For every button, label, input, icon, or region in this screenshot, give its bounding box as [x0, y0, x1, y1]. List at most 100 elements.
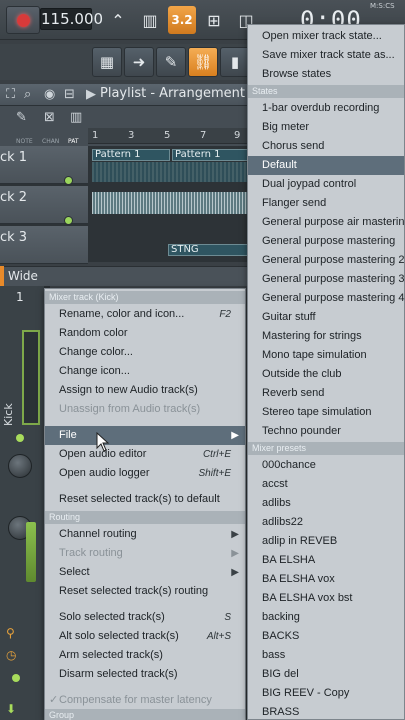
- preset-menu-item[interactable]: BA ELSHA: [248, 551, 404, 570]
- state-menu-item[interactable]: 1-bar overdub recording: [248, 99, 404, 118]
- record-button[interactable]: [6, 6, 40, 34]
- preset-menu-item[interactable]: bass: [248, 646, 404, 665]
- preset-menu-item[interactable]: 000chance: [248, 456, 404, 475]
- volume-fader[interactable]: [26, 522, 36, 582]
- preset-menu-item[interactable]: BA ELSHA vox bst: [248, 589, 404, 608]
- track-header[interactable]: ck 1: [0, 146, 88, 185]
- open-audio-logger-menu-item[interactable]: Open audio logger Shift+E: [45, 464, 245, 483]
- preset-menu-item[interactable]: BIG REEV - Copy: [248, 684, 404, 703]
- group-section-header: Group: [45, 709, 245, 720]
- preset-menu-item[interactable]: adlibs22: [248, 513, 404, 532]
- step-edit-icon[interactable]: ⊞: [200, 6, 228, 34]
- channel-routing-menu-item[interactable]: Channel routing ▶: [45, 525, 245, 544]
- preset-menu-item[interactable]: BA ELSHA vox: [248, 570, 404, 589]
- solo-menu-item[interactable]: Solo selected track(s) S: [45, 608, 245, 627]
- mouse-cursor-icon: [96, 432, 110, 452]
- state-menu-item[interactable]: Techno pounder: [248, 422, 404, 441]
- arrow-right-icon[interactable]: ➜: [124, 47, 154, 77]
- track-enable-led[interactable]: [16, 434, 24, 442]
- mixer-view-icon[interactable]: ▮: [220, 47, 250, 77]
- states-section-header: States: [248, 85, 404, 98]
- timeline-ruler[interactable]: 1 3 5 7 9: [88, 128, 250, 144]
- down-arrow-icon[interactable]: ⬇: [6, 702, 16, 716]
- waveform-icon[interactable]: ▥: [136, 6, 164, 34]
- menu-item-label: Channel routing: [59, 528, 137, 540]
- pattern-clip[interactable]: Pattern 1: [92, 149, 170, 161]
- disarm-menu-item[interactable]: Disarm selected track(s): [45, 665, 245, 684]
- state-menu-item[interactable]: Guitar stuff: [248, 308, 404, 327]
- speaker-icon[interactable]: ◉: [44, 87, 55, 102]
- pat-label[interactable]: PAT: [68, 138, 79, 145]
- pan-knob[interactable]: [8, 454, 32, 478]
- alt-solo-menu-item[interactable]: Alt solo selected track(s) Alt+S: [45, 627, 245, 646]
- state-menu-item[interactable]: Dual joypad control: [248, 175, 404, 194]
- state-menu-item[interactable]: Big meter: [248, 118, 404, 137]
- state-menu-item[interactable]: General purpose air mastering: [248, 213, 405, 232]
- play-icon[interactable]: ▶: [86, 87, 96, 102]
- change-icon-menu-item[interactable]: Change icon...: [45, 362, 245, 381]
- grid-icon[interactable]: ⛶: [6, 87, 15, 102]
- random-color-menu-item[interactable]: Random color: [45, 324, 245, 343]
- pattern-counter[interactable]: 3.2: [168, 6, 196, 34]
- piano-roll-icon[interactable]: ▦: [92, 47, 122, 77]
- mixer-view-label[interactable]: Wide: [8, 269, 38, 283]
- track-mute-led[interactable]: [64, 176, 73, 185]
- state-menu-item[interactable]: Flanger send: [248, 194, 404, 213]
- state-menu-item[interactable]: Default: [248, 156, 404, 175]
- open-state-menu-item[interactable]: Open mixer track state...: [248, 27, 404, 46]
- preset-menu-item[interactable]: BRASS: [248, 703, 404, 720]
- file-menu-item[interactable]: File ▶: [45, 426, 245, 445]
- state-menu-item[interactable]: Outside the club: [248, 365, 404, 384]
- zoom-icon[interactable]: ⌕: [24, 87, 31, 102]
- tempo-display[interactable]: 115.000: [40, 8, 103, 30]
- keys-icon[interactable]: ▥: [70, 110, 82, 125]
- open-audio-editor-menu-item[interactable]: Open audio editor Ctrl+E: [45, 445, 245, 464]
- track-header[interactable]: ck 3: [0, 226, 88, 264]
- browse-states-menu-item[interactable]: Browse states: [248, 65, 404, 84]
- track-header[interactable]: ck 2: [0, 186, 88, 225]
- preset-menu-item[interactable]: accst: [248, 475, 404, 494]
- plugin-icon[interactable]: ✎: [156, 47, 186, 77]
- link-icon[interactable]: ⛓: [188, 47, 218, 77]
- state-menu-item[interactable]: General purpose mastering: [248, 232, 404, 251]
- select-menu-item[interactable]: Select ▶: [45, 563, 245, 582]
- snap-icon[interactable]: ⊟: [64, 87, 75, 102]
- mixer-track-strip[interactable]: 1 Kick ⚲ ◷ ⬇: [0, 286, 44, 720]
- arm-menu-item[interactable]: Arm selected track(s): [45, 646, 245, 665]
- clock-icon[interactable]: ◷: [6, 648, 16, 662]
- track-mute-led[interactable]: [64, 216, 73, 225]
- ruler-mark: 7: [200, 130, 207, 141]
- tool-icon[interactable]: ⊠: [44, 110, 55, 125]
- reset-track-menu-item[interactable]: Reset selected track(s) to default: [45, 490, 245, 509]
- menu-item-label: Unassign from Audio track(s): [59, 403, 201, 415]
- preset-menu-item[interactable]: BIG del: [248, 665, 404, 684]
- metronome-icon[interactable]: ⌃: [104, 6, 132, 34]
- state-menu-item[interactable]: General purpose mastering 4: [248, 289, 404, 308]
- rename-menu-item[interactable]: Rename, color and icon... F2: [45, 305, 245, 324]
- record-arm-icon[interactable]: ⚲: [6, 626, 15, 640]
- state-menu-item[interactable]: Mastering for strings: [248, 327, 404, 346]
- state-menu-item[interactable]: Stereo tape simulation: [248, 403, 404, 422]
- pattern-clip[interactable]: Pattern 1: [172, 149, 250, 161]
- preset-menu-item[interactable]: adlibs: [248, 494, 404, 513]
- state-menu-item[interactable]: Chorus send: [248, 137, 404, 156]
- preset-menu-item[interactable]: BACKS: [248, 627, 404, 646]
- state-menu-item[interactable]: Reverb send: [248, 384, 404, 403]
- preset-menu-item[interactable]: backing: [248, 608, 404, 627]
- state-menu-item[interactable]: Mono tape simulation: [248, 346, 404, 365]
- submenu-arrow-icon: ▶: [231, 529, 239, 540]
- unassign-audio-menu-item: Unassign from Audio track(s): [45, 400, 245, 419]
- state-menu-item[interactable]: General purpose mastering 2: [248, 251, 404, 270]
- menu-item-label: Reset selected track(s) to default: [59, 493, 220, 505]
- preset-menu-item[interactable]: adlip in REVEB: [248, 532, 404, 551]
- draw-tool-icon[interactable]: ✎: [16, 110, 27, 125]
- state-menu-item[interactable]: General purpose mastering 3: [248, 270, 404, 289]
- audio-waveform[interactable]: [92, 192, 250, 214]
- change-color-menu-item[interactable]: Change color...: [45, 343, 245, 362]
- menu-item-label: Track routing: [59, 547, 123, 559]
- save-state-menu-item[interactable]: Save mixer track state as...: [248, 46, 404, 65]
- assign-audio-menu-item[interactable]: Assign to new Audio track(s): [45, 381, 245, 400]
- fx-led[interactable]: [12, 674, 20, 682]
- reset-routing-menu-item[interactable]: Reset selected track(s) routing: [45, 582, 245, 601]
- pattern-clip[interactable]: STNG: [168, 244, 250, 256]
